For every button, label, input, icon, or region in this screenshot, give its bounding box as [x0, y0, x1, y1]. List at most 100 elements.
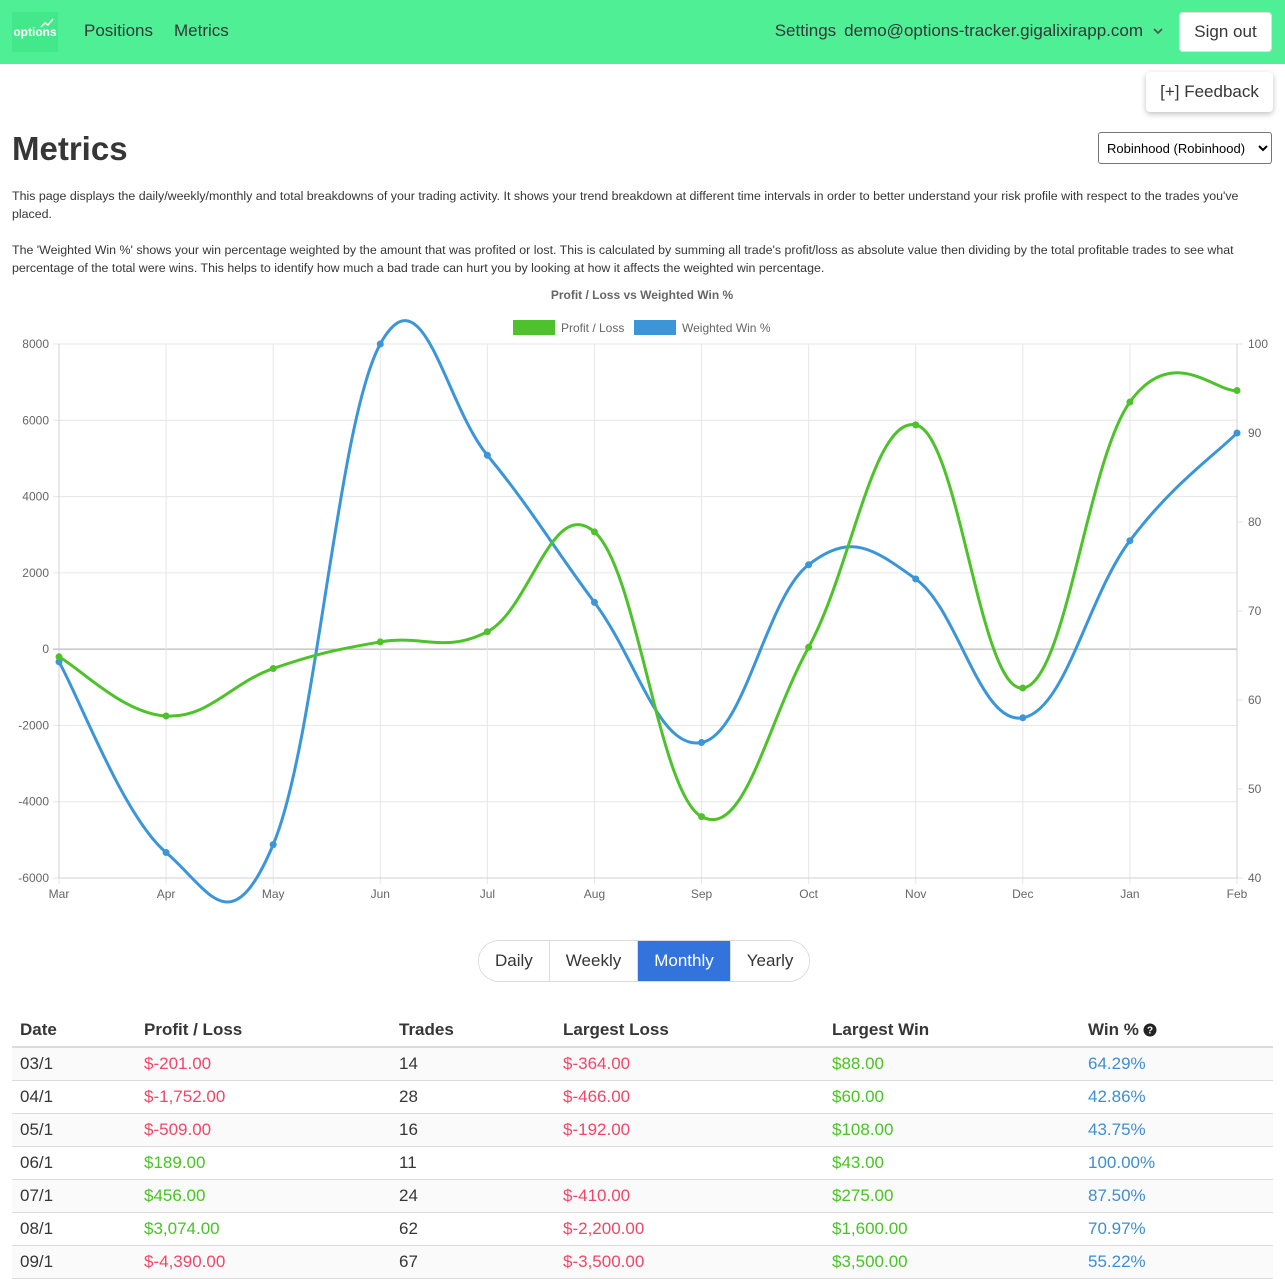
data-point-profit-loss [698, 813, 706, 821]
cell-date: 09/1 [12, 1245, 136, 1279]
svg-text:?: ? [1147, 1025, 1153, 1036]
cell-profit-loss: $189.00 [136, 1146, 391, 1180]
app-logo[interactable]: options [12, 12, 58, 52]
description-paragraph-2: The 'Weighted Win %' shows your win perc… [12, 243, 1234, 275]
tab-weekly[interactable]: Weekly [549, 941, 639, 981]
cell-largest-win: $3,500.00 [824, 1245, 1080, 1279]
header-win-pct: Win % [1088, 1019, 1139, 1039]
y-right-tick-label: 70 [1248, 604, 1262, 618]
data-point-weighted-win [912, 575, 920, 583]
cell-trades: 16 [391, 1113, 555, 1147]
cell-profit-loss: $-509.00 [136, 1113, 391, 1147]
cell-trades: 11 [391, 1146, 555, 1180]
y-left-tick-label: -2000 [18, 718, 49, 732]
legend-swatch [513, 320, 555, 335]
cell-profit-loss: $-201.00 [136, 1047, 391, 1081]
data-point-profit-loss [1126, 398, 1134, 406]
cell-largest-win: $88.00 [824, 1047, 1080, 1081]
x-tick-label: Apr [157, 887, 176, 901]
y-left-tick-label: -4000 [18, 795, 49, 809]
nav-link-positions[interactable]: Positions [84, 21, 153, 41]
table-row: 08/1 $3,074.00 62 $-2,200.00 $1,600.00 70.97% [12, 1212, 1273, 1246]
cell-largest-loss: $-3,500.00 [555, 1245, 824, 1279]
settings-label: Settings [774, 21, 837, 40]
cell-largest-loss: $-410.00 [555, 1179, 824, 1213]
y-right-tick-label: 60 [1248, 693, 1262, 707]
sign-out-button[interactable]: Sign out [1179, 12, 1272, 52]
page-title: Metrics [12, 130, 128, 167]
account-select[interactable]: Robinhood (Robinhood) [1098, 132, 1272, 164]
data-point-profit-loss [55, 653, 63, 661]
data-point-profit-loss [376, 638, 384, 646]
question-circle-icon[interactable]: ? [1143, 1023, 1157, 1037]
data-point-weighted-win [376, 340, 384, 348]
table-header-row: Date Profit / Loss Trades Largest Loss L… [12, 1013, 1273, 1048]
cell-largest-loss [555, 1146, 824, 1180]
data-point-weighted-win [1126, 537, 1134, 545]
header-win-pct-cell[interactable]: Win %? [1080, 1013, 1273, 1048]
chevron-down-icon [1153, 28, 1163, 35]
table-row: 07/1 $456.00 24 $-410.00 $275.00 87.50% [12, 1179, 1273, 1213]
tab-daily[interactable]: Daily [479, 941, 550, 981]
x-tick-label: Mar [49, 887, 70, 901]
data-point-weighted-win [162, 849, 170, 857]
data-point-profit-loss [269, 665, 277, 673]
cell-profit-loss: $3,074.00 [136, 1212, 391, 1246]
data-point-profit-loss [590, 528, 598, 536]
chart-title: Profit / Loss vs Weighted Win % [551, 288, 734, 302]
cell-largest-loss: $-192.00 [555, 1113, 824, 1147]
cell-win-pct: 64.29% [1080, 1047, 1273, 1081]
pl-vs-winpct-chart: Profit / Loss vs Weighted Win % Profit / … [0, 280, 1285, 910]
x-tick-label: Jul [480, 887, 495, 901]
header-largest-win[interactable]: Largest Win [824, 1013, 1080, 1048]
feedback-button[interactable]: [+] Feedback [1146, 72, 1273, 112]
data-point-profit-loss [805, 643, 813, 651]
table-row: 09/1 $-4,390.00 67 $-3,500.00 $3,500.00 55.22… [12, 1245, 1273, 1279]
tab-yearly[interactable]: Yearly [730, 941, 810, 981]
data-point-weighted-win [590, 598, 598, 606]
series-line-weighted-win [57, 319, 1239, 904]
settings-dropdown[interactable]: Settings demo@options-tracker.gigalixira… [775, 21, 1165, 41]
cell-win-pct: 70.97% [1080, 1212, 1273, 1246]
nav-link-metrics[interactable]: Metrics [174, 21, 229, 41]
cell-trades: 67 [391, 1245, 555, 1279]
data-point-weighted-win [1019, 714, 1027, 722]
x-tick-label: Oct [799, 887, 818, 901]
y-right-tick-label: 40 [1248, 871, 1262, 885]
legend-swatch [634, 320, 676, 335]
table-row: 04/1 $-1,752.00 28 $-466.00 $60.00 42.86% [12, 1080, 1273, 1114]
header-date[interactable]: Date [12, 1013, 136, 1048]
x-tick-label: Feb [1227, 887, 1248, 901]
cell-largest-win: $275.00 [824, 1179, 1080, 1213]
table-row: 06/1 $189.00 11 $43.00 100.00% [12, 1146, 1273, 1180]
y-left-tick-label: -6000 [18, 871, 49, 885]
y-left-tick-label: 4000 [22, 490, 49, 504]
data-point-weighted-win [269, 841, 277, 849]
cell-profit-loss: $-4,390.00 [136, 1245, 391, 1279]
legend-label: Profit / Loss [561, 321, 624, 335]
header-largest-loss[interactable]: Largest Loss [555, 1013, 824, 1048]
x-tick-label: May [262, 887, 285, 901]
tab-monthly[interactable]: Monthly [638, 941, 731, 981]
metrics-table: Date Profit / Loss Trades Largest Loss L… [12, 1013, 1273, 1279]
data-point-profit-loss [1233, 387, 1241, 395]
cell-win-pct: 87.50% [1080, 1179, 1273, 1213]
data-point-profit-loss [483, 628, 491, 636]
cell-date: 06/1 [12, 1146, 136, 1180]
header-profit-loss[interactable]: Profit / Loss [136, 1013, 391, 1048]
cell-trades: 28 [391, 1080, 555, 1114]
cell-date: 07/1 [12, 1179, 136, 1213]
cell-largest-win: $108.00 [824, 1113, 1080, 1147]
x-tick-label: Nov [905, 887, 926, 901]
x-tick-label: Aug [584, 887, 605, 901]
legend-label: Weighted Win % [682, 321, 771, 335]
data-point-profit-loss [912, 421, 920, 429]
table-row: 03/1 $-201.00 14 $-364.00 $88.00 64.29% [12, 1047, 1273, 1081]
data-point-weighted-win [698, 739, 706, 747]
y-left-tick-label: 8000 [22, 337, 49, 351]
cell-win-pct: 42.86% [1080, 1080, 1273, 1114]
data-point-weighted-win [483, 451, 491, 459]
cell-trades: 62 [391, 1212, 555, 1246]
y-left-tick-label: 6000 [22, 413, 49, 427]
header-trades[interactable]: Trades [391, 1013, 555, 1048]
